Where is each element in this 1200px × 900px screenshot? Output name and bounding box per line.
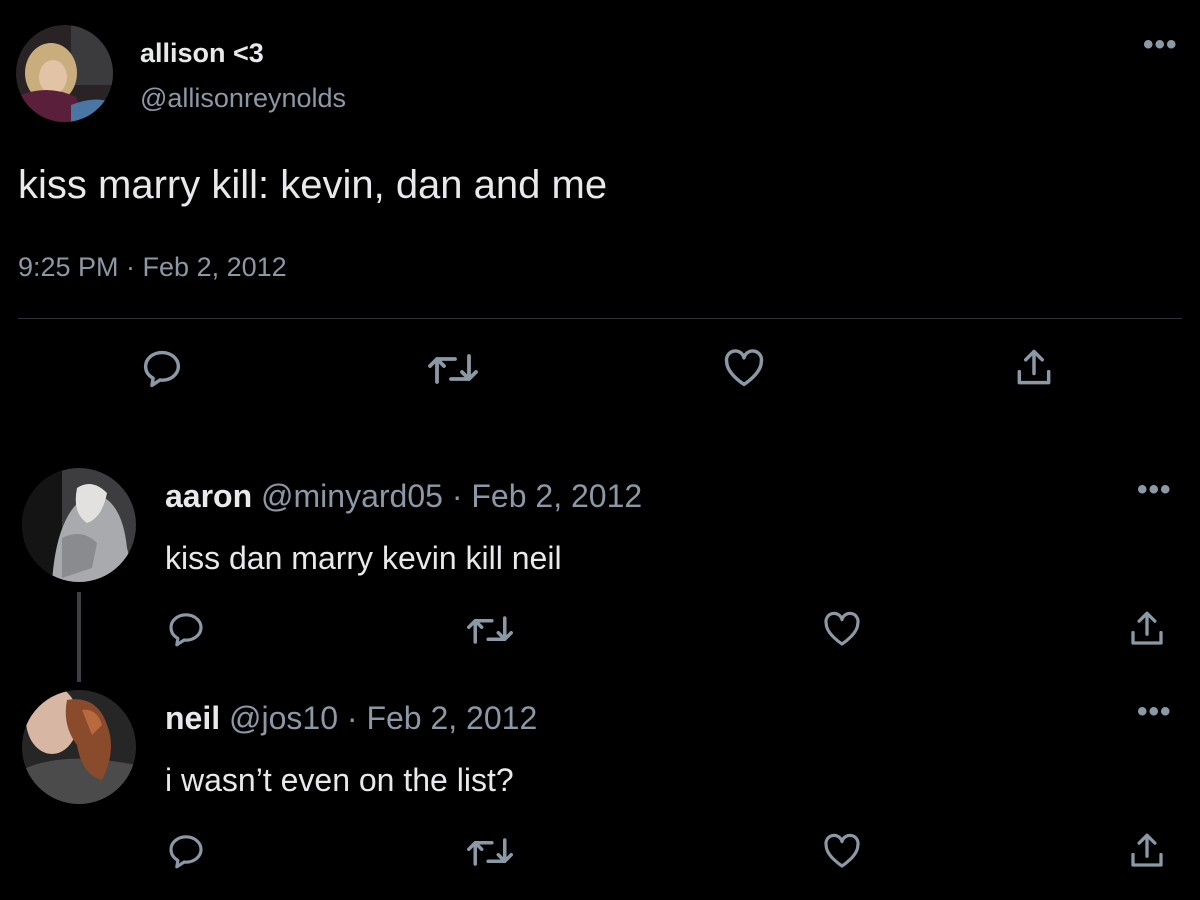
- reply-icon[interactable]: [166, 832, 206, 870]
- reply-header: neil @jos10 · Feb 2, 2012: [165, 700, 537, 737]
- retweet-icon[interactable]: [466, 834, 514, 870]
- heart-icon[interactable]: [822, 610, 862, 648]
- reply-text: kiss dan marry kevin kill neil: [165, 540, 562, 576]
- share-icon[interactable]: [1012, 346, 1056, 390]
- share-icon[interactable]: [1126, 830, 1168, 872]
- reply-handle[interactable]: @minyard05: [261, 478, 443, 514]
- reply-separator: ·: [451, 478, 463, 514]
- heart-icon[interactable]: [822, 832, 862, 870]
- reply-more-options-button[interactable]: •••: [1137, 475, 1172, 505]
- user-handle[interactable]: @allisonreynolds: [140, 83, 346, 114]
- avatar-aaron[interactable]: [22, 468, 136, 582]
- reply-date[interactable]: Feb 2, 2012: [366, 700, 537, 736]
- thread-connector-line: [77, 592, 81, 682]
- reply-handle[interactable]: @jos10: [229, 700, 338, 736]
- reply-display-name[interactable]: aaron: [165, 478, 252, 514]
- heart-icon[interactable]: [722, 348, 766, 388]
- reply-icon[interactable]: [140, 348, 184, 388]
- divider: [18, 318, 1182, 319]
- tweet-timestamp[interactable]: 9:25 PM · Feb 2, 2012: [18, 252, 287, 283]
- reply-date[interactable]: Feb 2, 2012: [471, 478, 642, 514]
- avatar-neil[interactable]: [22, 690, 136, 804]
- reply-icon[interactable]: [166, 610, 206, 648]
- reply-header: aaron @minyard05 · Feb 2, 2012: [165, 478, 642, 515]
- avatar-allison[interactable]: [16, 25, 113, 122]
- tweet-text: kiss marry kill: kevin, dan and me: [18, 163, 608, 207]
- retweet-icon[interactable]: [427, 350, 479, 388]
- more-options-button[interactable]: •••: [1143, 30, 1178, 60]
- display-name[interactable]: allison <3: [140, 38, 264, 69]
- retweet-icon[interactable]: [466, 612, 514, 648]
- reply-text: i wasn’t even on the list?: [165, 762, 514, 798]
- share-icon[interactable]: [1126, 608, 1168, 650]
- reply-more-options-button[interactable]: •••: [1137, 697, 1172, 727]
- reply-separator: ·: [346, 700, 358, 736]
- reply-display-name[interactable]: neil: [165, 700, 220, 736]
